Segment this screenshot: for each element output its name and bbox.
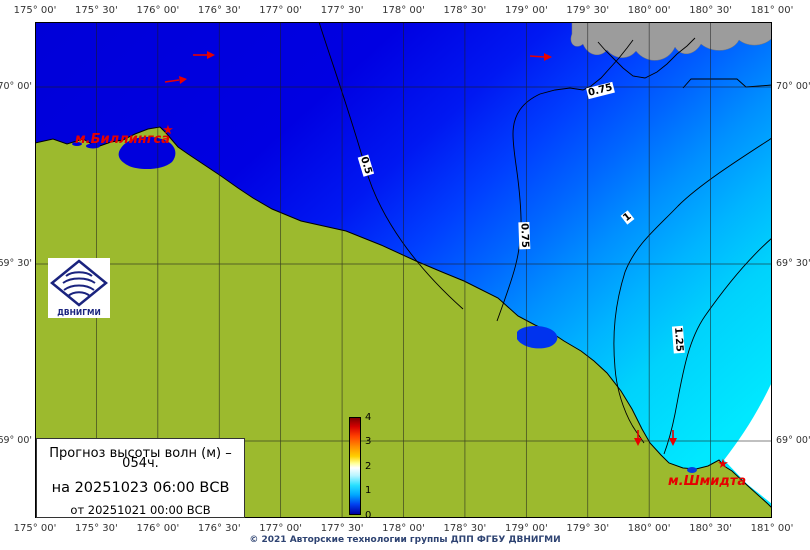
- place-label-shmidta: м.Шмидта: [668, 474, 746, 489]
- axis-tick-label: 178° 30': [444, 523, 487, 534]
- axis-tick-label: 177° 00': [259, 5, 302, 16]
- lake-schmidt: [687, 467, 697, 473]
- axis-tick-label: 181° 00': [751, 5, 794, 16]
- wave-height-colorbar: [349, 417, 361, 515]
- colorbar-tick-label: 1: [365, 485, 371, 496]
- axis-tick-label: 181° 00': [751, 523, 794, 534]
- forecast-info-box: Прогноз высоты волн (м) – 054ч. на 20251…: [36, 438, 245, 518]
- axis-tick-label: 177° 30': [321, 5, 364, 16]
- place-label-billings: м.Биллингса: [75, 132, 170, 147]
- contour-label-1.25: 1.25: [672, 326, 685, 353]
- axis-tick-label: 175° 00': [14, 523, 57, 534]
- contour-label-0.75-left: 0.75: [518, 222, 530, 249]
- axis-tick-label: 179° 30': [566, 523, 609, 534]
- axis-tick-label: 176° 30': [198, 523, 241, 534]
- colorbar-tick-label: 0: [365, 510, 371, 521]
- map-area: ★ ★ 0.5 0.75 0.75 1 1.25 м.Биллингса м.Ш…: [35, 22, 772, 518]
- axis-tick-label: 69° 30': [0, 258, 32, 269]
- axis-tick-label: 177° 00': [259, 523, 302, 534]
- axis-tick-label: 180° 00': [628, 5, 671, 16]
- forecast-valid-time: на 20251023 06:00 ВСВ: [37, 480, 244, 496]
- axis-tick-label: 69° 30': [776, 258, 810, 269]
- axis-tick-label: 178° 30': [444, 5, 487, 16]
- forecast-map-page: ★ ★ 0.5 0.75 0.75 1 1.25 м.Биллингса м.Ш…: [0, 0, 810, 550]
- axis-tick-label: 175° 30': [75, 523, 118, 534]
- axis-tick-label: 177° 30': [321, 523, 364, 534]
- axis-tick-label: 69° 00': [776, 435, 810, 446]
- axis-tick-label: 180° 30': [689, 5, 732, 16]
- axis-tick-label: 176° 00': [136, 5, 179, 16]
- colorbar-tick-label: 2: [365, 461, 371, 472]
- colorbar-tick-label: 3: [365, 436, 371, 447]
- axis-tick-label: 179° 00': [505, 5, 548, 16]
- colorbar-tick-label: 4: [365, 412, 371, 423]
- star-shmidta: ★: [717, 457, 729, 472]
- axis-tick-label: 176° 30': [198, 5, 241, 16]
- axis-tick-label: 175° 00': [14, 5, 57, 16]
- copyright-text: © 2021 Авторские технологии группы ДПП Ф…: [249, 535, 560, 545]
- axis-tick-label: 70° 00': [776, 81, 810, 92]
- axis-tick-label: 179° 30': [566, 5, 609, 16]
- forecast-issue-time: от 20251021 00:00 ВСВ: [37, 503, 244, 517]
- axis-tick-label: 179° 00': [505, 523, 548, 534]
- axis-tick-label: 178° 00': [382, 523, 425, 534]
- axis-tick-label: 69° 00': [0, 435, 32, 446]
- logo-diamond-icon: [52, 261, 106, 305]
- logo-caption: ДВНИГМИ: [57, 308, 100, 317]
- dvnigmi-logo: ДВНИГМИ: [48, 258, 110, 318]
- axis-tick-label: 70° 00': [0, 81, 32, 92]
- axis-tick-label: 176° 00': [136, 523, 179, 534]
- axis-tick-label: 180° 00': [628, 523, 671, 534]
- axis-tick-label: 175° 30': [75, 5, 118, 16]
- axis-tick-label: 178° 00': [382, 5, 425, 16]
- axis-tick-label: 180° 30': [689, 523, 732, 534]
